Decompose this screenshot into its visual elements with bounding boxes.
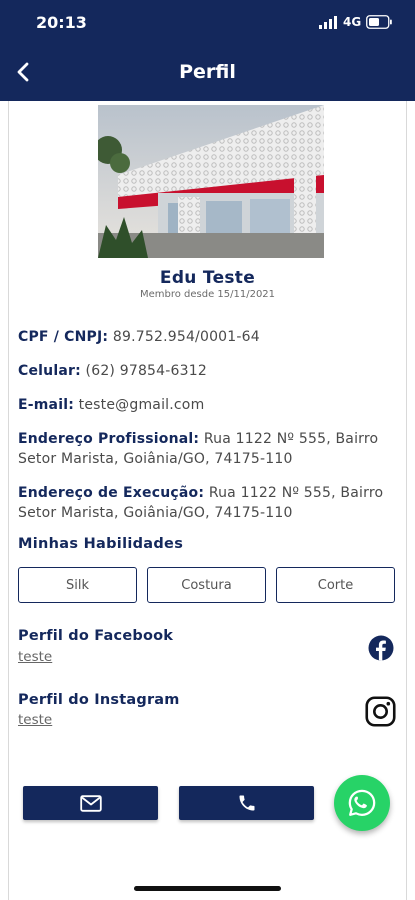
profile-name: Edu Teste [159,268,256,288]
network-type: 4G [343,15,362,29]
skills-title: Minhas Habilidades [18,536,184,552]
status-time: 20:13 [36,13,87,32]
field-label: Celular: [18,363,81,379]
battery-icon [366,15,392,29]
email-button[interactable] [23,786,158,820]
signal-icon [319,16,337,29]
cover-image [98,105,324,258]
field-value: (62) 97854-6312 [85,363,207,379]
facebook-icon[interactable] [368,635,394,661]
whatsapp-icon [348,789,376,816]
email-field: E-mail: teste@gmail.com [18,395,390,415]
mail-icon [79,794,102,812]
field-label: Endereço de Execução: [18,485,205,501]
field-value: teste@gmail.com [78,397,205,413]
status-bar: 20:13 4G [0,0,415,44]
facebook-link[interactable]: teste [18,649,52,665]
execution-address-field: Endereço de Execução: Rua 1122 Nº 555, B… [18,483,390,523]
instagram-label: Perfil do Instagram [18,692,180,708]
professional-address-field: Endereço Profissional: Rua 1122 Nº 555, … [18,429,390,469]
app-header: 20:13 4G Perfil [0,0,415,101]
whatsapp-button[interactable] [334,775,390,831]
home-indicator [134,886,281,891]
instagram-link[interactable]: teste [18,712,52,728]
skill-chip-silk[interactable]: Silk [18,567,137,603]
skill-chip-costura[interactable]: Costura [147,567,266,603]
call-button[interactable] [179,786,314,820]
member-since: Membro desde 15/11/2021 [139,289,276,300]
field-value: 89.752.954/0001-64 [112,329,260,345]
instagram-icon[interactable] [365,696,396,727]
field-label: E-mail: [18,397,75,413]
page-title: Perfil [179,61,236,83]
cpf-cnpj-field: CPF / CNPJ: 89.752.954/0001-64 [18,327,390,347]
phone-icon [239,795,254,811]
phone-field: Celular: (62) 97854-6312 [18,361,390,381]
skill-chip-corte[interactable]: Corte [276,567,395,603]
facebook-label: Perfil do Facebook [18,628,174,644]
nav-bar: Perfil [0,44,415,101]
field-label: CPF / CNPJ: [18,329,109,345]
field-label: Endereço Profissional: [18,431,200,447]
